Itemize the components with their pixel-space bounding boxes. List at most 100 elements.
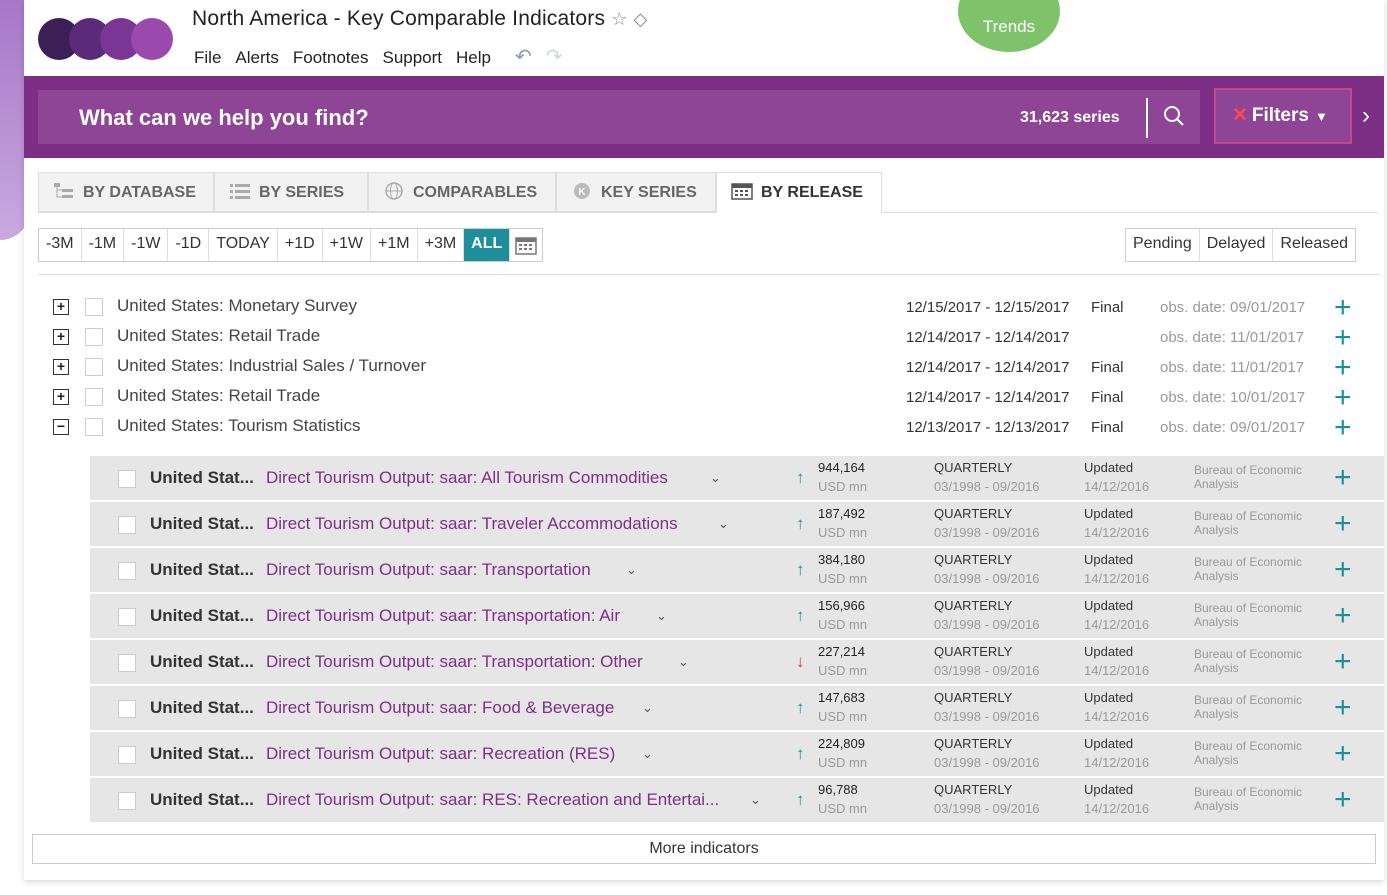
add-icon[interactable]: +	[1334, 509, 1352, 539]
status-delayed-button[interactable]: Delayed	[1200, 229, 1274, 261]
trends-label: Trends	[982, 17, 1036, 36]
range-today[interactable]: TODAY	[209, 229, 278, 261]
release-status: Final	[1091, 419, 1124, 436]
add-icon[interactable]: +	[1334, 413, 1352, 443]
add-icon[interactable]: +	[1334, 601, 1352, 631]
more-indicators-button[interactable]: More indicators	[32, 834, 1376, 864]
add-icon[interactable]: +	[1334, 693, 1352, 723]
calendar-icon	[731, 183, 753, 200]
series-checkbox[interactable]	[118, 746, 136, 764]
range-plus-1m[interactable]: +1M	[371, 229, 418, 261]
series-checkbox[interactable]	[118, 516, 136, 534]
globe-icon	[385, 182, 403, 200]
release-status: Final	[1091, 299, 1124, 316]
release-row: − United States: Tourism Statistics 12/1…	[24, 413, 1384, 444]
series-range: 03/1998 - 09/2016	[934, 617, 1040, 632]
chevron-down-icon[interactable]: ⌄	[642, 746, 653, 762]
release-name[interactable]: United States: Industrial Sales / Turnov…	[117, 356, 426, 376]
series-name[interactable]: Direct Tourism Output: saar: All Tourism…	[266, 468, 668, 488]
tab-key-series[interactable]: K KEY SERIES	[556, 172, 716, 212]
chevron-down-icon[interactable]: ⌄	[656, 608, 667, 624]
range-minus-3m[interactable]: -3M	[39, 229, 82, 261]
menu-help[interactable]: Help	[456, 48, 491, 67]
collapse-icon[interactable]: −	[53, 419, 69, 435]
series-name[interactable]: Direct Tourism Output: saar: Transportat…	[266, 560, 591, 580]
observation-date: obs. date: 11/01/2017	[1160, 329, 1305, 346]
series-country: United Stat...	[150, 560, 254, 579]
series-checkbox[interactable]	[118, 470, 136, 488]
add-icon[interactable]: +	[1334, 739, 1352, 769]
release-name[interactable]: United States: Retail Trade	[117, 326, 320, 346]
release-name[interactable]: United States: Tourism Statistics	[117, 416, 360, 436]
redo-icon[interactable]: ↷	[546, 46, 563, 68]
status-pending-button[interactable]: Pending	[1126, 229, 1200, 261]
series-name[interactable]: Direct Tourism Output: saar: Food & Beve…	[266, 698, 614, 718]
range-minus-1m[interactable]: -1M	[82, 229, 125, 261]
release-checkbox[interactable]	[85, 298, 103, 316]
chevron-down-icon[interactable]: ⌄	[750, 792, 761, 808]
tag-icon[interactable]: ◇	[634, 9, 648, 29]
tab-comparables[interactable]: COMPARABLES	[368, 172, 556, 212]
release-checkbox[interactable]	[85, 388, 103, 406]
series-row: United Stat... Direct Tourism Output: sa…	[90, 502, 1384, 548]
chevron-down-icon[interactable]: ⌄	[718, 516, 729, 532]
add-icon[interactable]: +	[1334, 785, 1352, 815]
release-checkbox[interactable]	[85, 358, 103, 376]
add-icon[interactable]: +	[1334, 555, 1352, 585]
chevron-down-icon[interactable]: ⌄	[626, 562, 637, 578]
range-plus-3m[interactable]: +3M	[418, 229, 465, 261]
search-icon[interactable]	[1162, 104, 1186, 128]
tab-by-database[interactable]: BY DATABASE	[38, 172, 214, 212]
filters-button[interactable]: ✕ Filters ▼	[1214, 88, 1352, 144]
expand-icon[interactable]: +	[53, 359, 69, 375]
range-minus-1d[interactable]: -1D	[168, 229, 210, 261]
menu-footnotes[interactable]: Footnotes	[293, 48, 369, 67]
add-icon[interactable]: +	[1334, 323, 1352, 353]
add-icon[interactable]: +	[1334, 383, 1352, 413]
clear-filters-icon[interactable]: ✕	[1232, 105, 1248, 126]
range-minus-1w[interactable]: -1W	[124, 229, 169, 261]
menu-alerts[interactable]: Alerts	[235, 48, 278, 67]
star-icon[interactable]: ☆	[611, 9, 627, 29]
series-checkbox[interactable]	[118, 700, 136, 718]
chevron-down-icon[interactable]: ⌄	[710, 470, 721, 486]
add-icon[interactable]: +	[1334, 463, 1352, 493]
series-checkbox[interactable]	[118, 792, 136, 810]
range-all[interactable]: ALL	[464, 229, 511, 261]
caret-down-icon: ▼	[1314, 109, 1328, 124]
series-name[interactable]: Direct Tourism Output: saar: Recreation …	[266, 744, 615, 764]
expand-icon[interactable]: +	[53, 329, 69, 345]
trends-button[interactable]: Trends	[958, 0, 1060, 52]
range-plus-1w[interactable]: +1W	[323, 229, 372, 261]
series-checkbox[interactable]	[118, 654, 136, 672]
status-released-button[interactable]: Released	[1273, 229, 1355, 261]
series-checkbox[interactable]	[118, 562, 136, 580]
series-name[interactable]: Direct Tourism Output: saar: RES: Recrea…	[266, 790, 719, 810]
series-unit: USD mn	[818, 525, 868, 540]
series-name[interactable]: Direct Tourism Output: saar: Transportat…	[266, 606, 620, 626]
menu-file[interactable]: File	[194, 48, 221, 67]
tab-by-series[interactable]: BY SERIES	[214, 172, 368, 212]
chevron-right-icon[interactable]: ›	[1362, 102, 1370, 130]
release-checkbox[interactable]	[85, 328, 103, 346]
add-icon[interactable]: +	[1334, 647, 1352, 677]
expand-icon[interactable]: +	[53, 389, 69, 405]
tab-label: BY RELEASE	[761, 184, 863, 201]
add-icon[interactable]: +	[1334, 353, 1352, 383]
add-icon[interactable]: +	[1334, 293, 1352, 323]
menu-support[interactable]: Support	[382, 48, 442, 67]
series-checkbox[interactable]	[118, 608, 136, 626]
release-name[interactable]: United States: Monetary Survey	[117, 296, 357, 316]
search-input[interactable]: What can we help you find? 31,623 series	[38, 90, 1200, 144]
tab-by-release[interactable]: BY RELEASE	[716, 172, 882, 213]
undo-icon[interactable]: ↶	[515, 46, 532, 68]
chevron-down-icon[interactable]: ⌄	[642, 700, 653, 716]
range-plus-1d[interactable]: +1D	[278, 229, 323, 261]
series-name[interactable]: Direct Tourism Output: saar: Traveler Ac…	[266, 514, 678, 534]
calendar-picker-icon[interactable]	[510, 229, 542, 261]
series-name[interactable]: Direct Tourism Output: saar: Transportat…	[266, 652, 643, 672]
chevron-down-icon[interactable]: ⌄	[678, 654, 689, 670]
expand-icon[interactable]: +	[53, 299, 69, 315]
release-name[interactable]: United States: Retail Trade	[117, 386, 320, 406]
release-checkbox[interactable]	[85, 418, 103, 436]
